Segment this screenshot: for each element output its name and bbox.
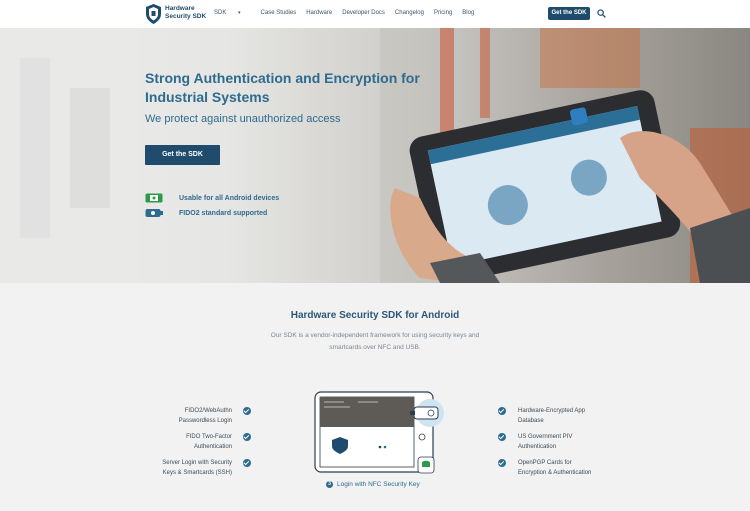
check-icon <box>243 407 251 415</box>
menu-item-pricing[interactable]: Pricing <box>434 10 452 16</box>
shield-logo-icon[interactable] <box>146 4 161 24</box>
menu-item-hardware[interactable]: Hardware <box>306 10 332 16</box>
search-icon[interactable] <box>597 9 606 18</box>
top-navigation: Hardware Security SDK SDK ▾ Case Studies… <box>0 0 750 28</box>
hero-tablet-photo <box>0 28 750 283</box>
step-number-badge: 3 <box>326 481 333 488</box>
check-icon <box>498 459 506 467</box>
get-sdk-nav-button[interactable]: Get the SDK <box>548 7 590 20</box>
list-item-ssh: Server Login with Security Keys & Smartca… <box>162 460 232 476</box>
feature-fido2-label: FIDO2 standard supported <box>179 209 268 217</box>
main-menu: SDK ▾ Case Studies Hardware Developer Do… <box>214 10 484 16</box>
brand-name[interactable]: Hardware Security SDK <box>165 5 206 21</box>
feature-fido2: FIDO2 standard supported <box>145 208 267 218</box>
menu-item-case-studies[interactable]: Case Studies <box>261 10 297 16</box>
list-item-fido-2fa: FIDO Two-Factor Authentication <box>186 434 232 450</box>
feature-android-label: Usable for all Android devices <box>179 194 280 202</box>
check-icon <box>498 433 506 441</box>
caption-text: Login with NFC Security Key <box>337 481 420 488</box>
check-icon <box>243 459 251 467</box>
hero-title: Strong Authentication and Encryption for… <box>145 70 420 105</box>
section-title: Hardware Security SDK for Android <box>290 310 460 321</box>
caret-down-icon: ▾ <box>238 10 241 16</box>
hero-banner: Strong Authentication and Encryption for… <box>0 28 750 283</box>
feature-android: Usable for all Android devices <box>145 193 279 203</box>
hero-subtitle: We protect against unauthorized access <box>145 113 341 125</box>
get-sdk-hero-button[interactable]: Get the SDK <box>145 145 220 165</box>
illustration-caption: 3 Login with NFC Security Key <box>326 481 420 488</box>
brand-line1: Hardware <box>165 5 195 12</box>
list-item-fido2: FIDO2/WebAuthn Passwordless Login <box>178 408 232 424</box>
menu-item-sdk[interactable]: SDK ▾ <box>214 10 251 16</box>
tablet-nfc-illustration <box>314 391 444 474</box>
menu-item-blog[interactable]: Blog <box>462 10 474 16</box>
section-description: Our SDK is a vendor-independent framewor… <box>270 332 480 351</box>
list-item-openpgp: OpenPGP Cards for Encryption & Authentica… <box>518 460 592 476</box>
menu-item-developer-docs[interactable]: Developer Docs <box>342 10 385 16</box>
menu-item-changelog[interactable]: Changelog <box>395 10 424 16</box>
list-item-encrypted-db: Hardware-Encrypted App Database <box>518 408 586 424</box>
security-key-icon <box>145 209 163 217</box>
brand-line2: Security SDK <box>165 13 207 20</box>
list-item-piv: US Government PIV Authentication <box>518 434 573 450</box>
check-icon <box>498 407 506 415</box>
check-icon <box>243 433 251 441</box>
android-device-icon <box>145 193 163 203</box>
